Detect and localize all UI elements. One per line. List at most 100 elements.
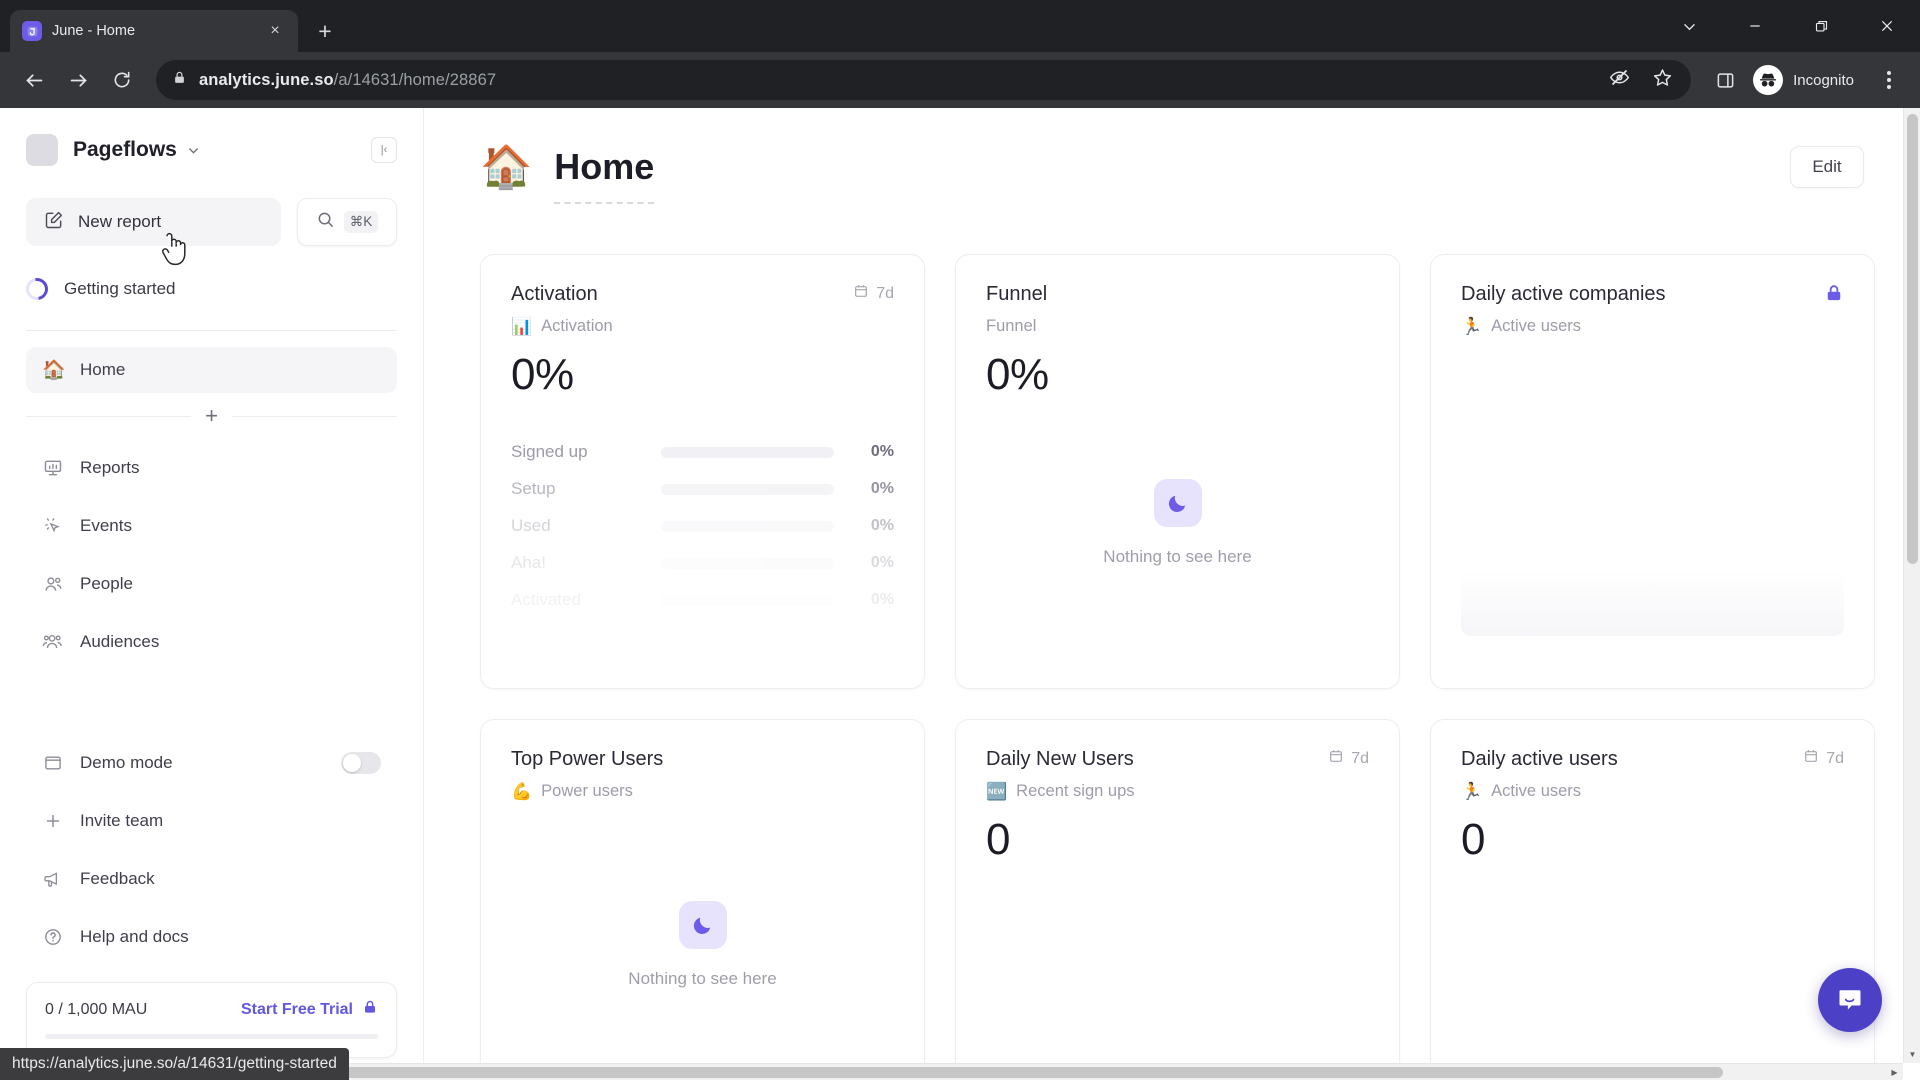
page-header: 🏠 Home Edit	[480, 146, 1864, 204]
funnel-step: Activated 0%	[511, 590, 894, 610]
sidebar-item-help-and-docs[interactable]: Help and docs	[26, 914, 397, 960]
card-daily-active-companies[interactable]: Daily active companies 🏃 Active users	[1430, 254, 1875, 689]
scroll-right-arrow-icon[interactable]: ▶	[1886, 1064, 1903, 1080]
card-title: Activation	[511, 283, 598, 305]
date-range-badge[interactable]: 7d	[853, 283, 894, 304]
sidebar-item-people[interactable]: People	[26, 561, 397, 607]
address-bar-actions	[1609, 67, 1675, 93]
card-top-power-users[interactable]: Top Power Users 💪 Power users Nothing to…	[480, 719, 925, 1080]
forward-button[interactable]	[58, 60, 98, 100]
demo-mode-toggle[interactable]	[341, 752, 381, 774]
bar-chart-icon: 📊	[511, 317, 533, 336]
start-free-trial-button[interactable]: Start Free Trial	[241, 999, 378, 1020]
date-range-badge[interactable]: 7d	[1803, 748, 1844, 769]
runner-icon: 🏃	[1461, 782, 1483, 801]
tab-close-icon[interactable]: ×	[264, 20, 286, 42]
june-logo-icon	[22, 21, 42, 41]
presentation-chart-icon	[42, 458, 64, 478]
sidebar-item-invite-team[interactable]: Invite team	[26, 798, 397, 844]
empty-state-text: Nothing to see here	[1103, 547, 1252, 567]
vertical-scrollbar[interactable]: ▲ ▼	[1903, 108, 1920, 1063]
card-funnel[interactable]: Funnel Funnel 0% Nothing to see here	[955, 254, 1400, 689]
new-report-label: New report	[78, 212, 162, 231]
funnel-step-pct: 0%	[870, 480, 894, 497]
incognito-profile-button[interactable]: Incognito	[1749, 62, 1868, 98]
card-header: Daily New Users 7d	[986, 748, 1369, 771]
close-window-icon[interactable]	[1854, 0, 1920, 52]
sidebar-primary-group: 🏠 Home	[0, 347, 423, 393]
funnel-step-list: Signed up 0% Setup 0% Used 0% Aha! 0% Ac…	[511, 442, 894, 610]
sidebar-item-demo-mode[interactable]: Demo mode	[26, 740, 397, 786]
date-range-label: 7d	[1351, 749, 1369, 767]
search-icon	[316, 210, 335, 234]
sidebar-item-audiences[interactable]: Audiences	[26, 619, 397, 665]
url-path: /a/14631/home/28867	[333, 70, 497, 89]
user-group-icon	[42, 631, 64, 653]
chevron-down-icon[interactable]	[186, 143, 201, 158]
reload-button[interactable]	[102, 60, 142, 100]
card-daily-active-users[interactable]: Daily active users 7d 🏃 Active users 0	[1430, 719, 1875, 1080]
new-tab-button[interactable]: +	[308, 14, 342, 48]
chrome-menu-icon[interactable]	[1872, 60, 1906, 100]
card-metric: 0	[986, 815, 1010, 864]
sidebar-item-getting-started[interactable]: Getting started	[0, 268, 423, 310]
tracking-protection-icon[interactable]	[1609, 67, 1630, 93]
sidebar-item-label: Invite team	[80, 811, 164, 830]
sidebar-item-reports[interactable]: Reports	[26, 445, 397, 491]
start-free-trial-label: Start Free Trial	[240, 1000, 353, 1018]
card-header: Activation 7d	[511, 283, 894, 306]
card-title: Daily New Users	[986, 748, 1134, 770]
collapse-sidebar-button[interactable]: |‹	[371, 137, 397, 163]
calendar-icon	[1328, 748, 1344, 769]
toggle-knob	[343, 754, 361, 772]
card-daily-new-users[interactable]: Daily New Users 7d 🆕 Recent sign ups 0	[955, 719, 1400, 1080]
maximize-icon[interactable]	[1788, 0, 1854, 52]
funnel-step-name: Used	[511, 516, 551, 535]
workspace-header[interactable]: Pageflows |‹	[0, 108, 423, 166]
sidebar-item-events[interactable]: Events	[26, 503, 397, 549]
tab-search-icon[interactable]	[1656, 0, 1722, 52]
megaphone-icon	[42, 869, 64, 889]
house-icon: 🏠	[480, 143, 533, 190]
sidebar-item-feedback[interactable]: Feedback	[26, 856, 397, 902]
card-activation[interactable]: Activation 7d 📊 Activation 0% Signed up …	[480, 254, 925, 689]
vertical-scrollbar-thumb[interactable]	[1907, 114, 1918, 564]
sidebar-item-home[interactable]: 🏠 Home	[26, 347, 397, 393]
card-subtitle: 📊 Activation	[511, 317, 894, 336]
funnel-step-bar	[661, 594, 834, 606]
new-report-button[interactable]: New report	[26, 198, 281, 246]
funnel-step-bar	[661, 520, 834, 532]
card-header: Funnel	[986, 283, 1369, 306]
address-bar[interactable]: analytics.june.so/a/14631/home/28867	[156, 60, 1692, 100]
date-range-badge[interactable]: 7d	[1328, 748, 1369, 769]
lock-icon[interactable]	[1824, 283, 1844, 303]
add-section-divider: +	[26, 405, 398, 427]
back-button[interactable]	[14, 60, 54, 100]
calendar-icon	[1803, 748, 1819, 769]
mau-progress-bar	[45, 1034, 378, 1039]
funnel-step-name: Setup	[511, 479, 556, 498]
browser-tab[interactable]: June - Home ×	[10, 10, 298, 52]
sidebar-item-label: Audiences	[80, 632, 160, 651]
side-panel-icon[interactable]	[1705, 60, 1745, 100]
edit-button[interactable]: Edit	[1790, 146, 1864, 188]
chat-launcher-button[interactable]	[1818, 968, 1882, 1032]
card-subtitle: 💪 Power users	[511, 782, 894, 801]
divider-line-left	[26, 415, 192, 417]
moon-icon	[1153, 479, 1202, 528]
question-circle-icon	[42, 927, 64, 947]
flexed-biceps-icon: 💪	[511, 782, 533, 801]
users-icon	[42, 574, 64, 595]
page-title[interactable]: Home	[554, 146, 655, 204]
bookmark-star-icon[interactable]	[1652, 67, 1673, 93]
moon-icon	[678, 901, 727, 950]
card-subtitle: 🏃 Active users	[1461, 317, 1844, 336]
scroll-down-arrow-icon[interactable]: ▼	[1904, 1046, 1920, 1063]
funnel-step-pct: 0%	[870, 443, 894, 460]
sidebar-item-label: Demo mode	[80, 753, 173, 772]
search-button[interactable]: ⌘K	[297, 198, 397, 246]
plus-icon[interactable]: +	[205, 405, 218, 427]
window-controls	[1656, 0, 1920, 52]
minimize-icon[interactable]	[1722, 0, 1788, 52]
mau-count: 0 / 1,000 MAU	[45, 1000, 148, 1018]
